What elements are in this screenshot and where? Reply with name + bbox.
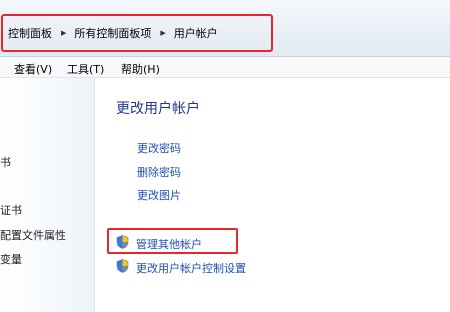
sidebar-item[interactable]: 变量 <box>0 251 22 267</box>
sidebar-item[interactable]: 证书 <box>0 202 22 218</box>
address-bar[interactable]: 控制面板 ▶ 所有控制面板项 ▶ 用户帐户 <box>0 0 450 57</box>
change-password-link[interactable]: 更改密码 <box>137 140 181 156</box>
change-picture-link[interactable]: 更改图片 <box>137 187 181 203</box>
menu-help[interactable]: 帮助(H) <box>121 61 160 77</box>
highlight-box-manage-accounts <box>107 228 238 254</box>
menu-tools[interactable]: 工具(T) <box>67 61 104 77</box>
task-pane: 书 证书 配置文件属性 变量 <box>0 78 95 312</box>
uac-settings-link[interactable]: 更改用户帐户控制设置 <box>136 260 246 276</box>
page-title: 更改用户帐户 <box>116 101 200 117</box>
shield-icon <box>116 259 129 273</box>
highlight-box-address <box>1 14 273 52</box>
sidebar-item[interactable]: 配置文件属性 <box>0 227 66 243</box>
menu-bar: 查看(V) 工具(T) 帮助(H) <box>0 57 450 78</box>
menu-view[interactable]: 查看(V) <box>14 61 52 77</box>
remove-password-link[interactable]: 删除密码 <box>137 164 181 180</box>
sidebar-item[interactable]: 书 <box>0 154 11 170</box>
